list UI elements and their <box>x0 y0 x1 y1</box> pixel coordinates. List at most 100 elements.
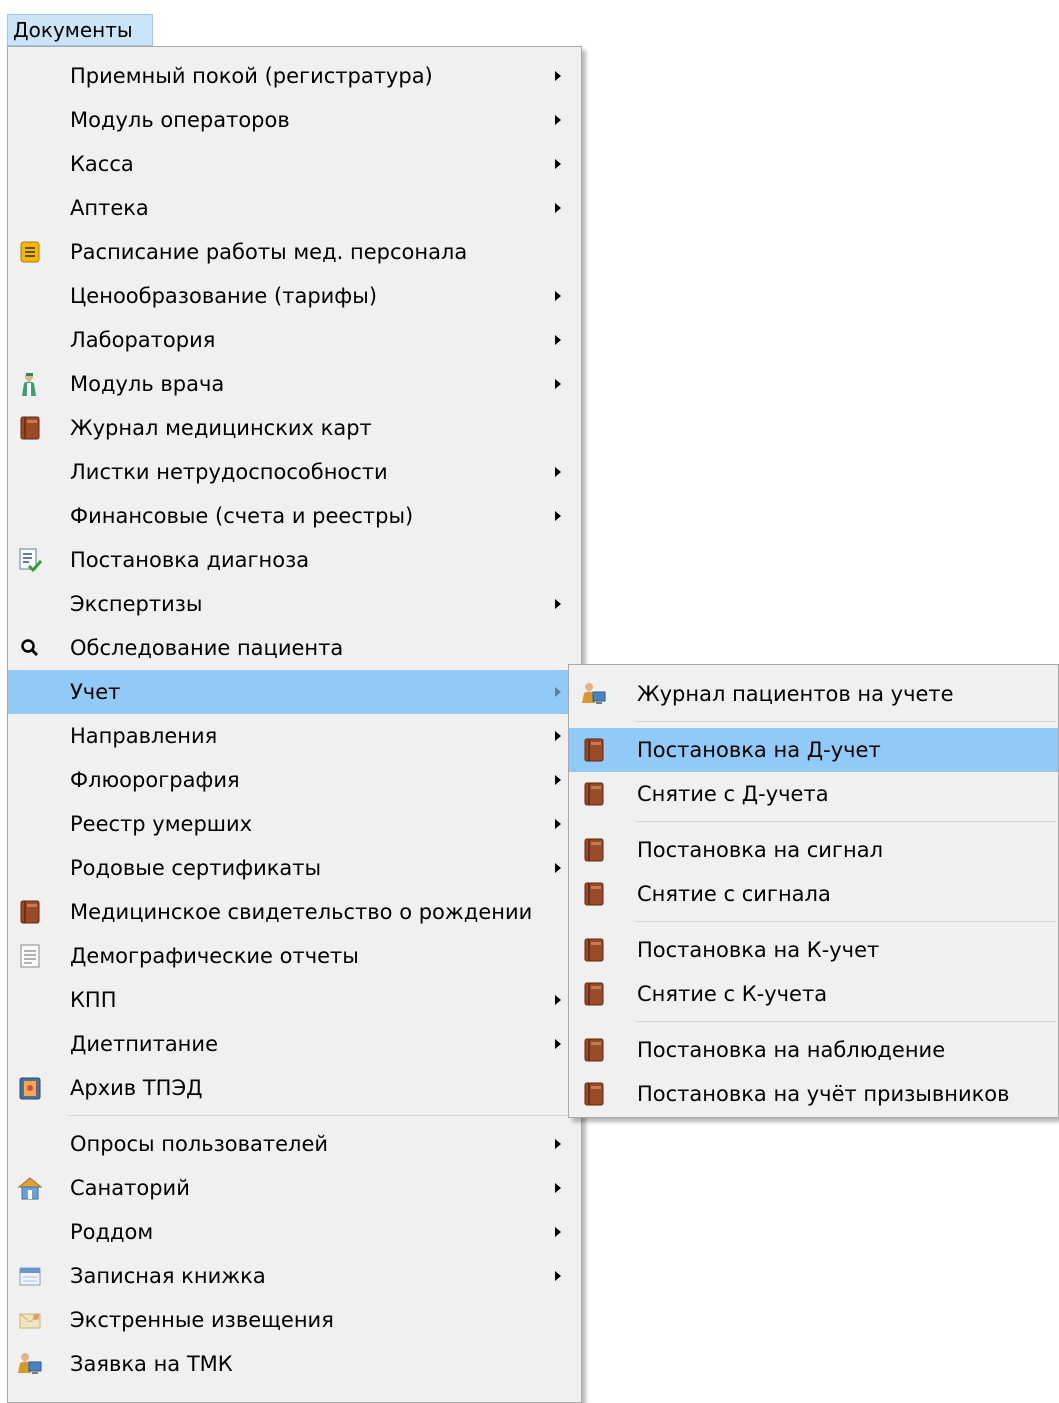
menu-item-label: Заявка на ТМК <box>70 1352 233 1376</box>
menu-item[interactable]: Приемный покой (регистратура) <box>8 54 581 98</box>
menu-item-label: Снятие с Д-учета <box>637 782 829 806</box>
menu-item-label: Журнал медицинских карт <box>70 416 372 440</box>
submenu-arrow-icon <box>555 467 561 477</box>
menubar: Документы <box>0 0 1059 46</box>
menu-item[interactable]: Реестр умерших <box>8 802 581 846</box>
menu-item-label: Обследование пациента <box>70 636 344 660</box>
menu-item-label: Направления <box>70 724 218 748</box>
submenu-arrow-icon <box>555 1227 561 1237</box>
menu-item[interactable]: Расписание работы мед. персонала <box>8 230 581 274</box>
menu-item-label: Учет <box>70 680 121 704</box>
menu-separator <box>635 721 1056 722</box>
menu-item-label: Демографические отчеты <box>70 944 359 968</box>
submenu-arrow-icon <box>555 687 561 697</box>
menu-item[interactable]: Модуль врача <box>8 362 581 406</box>
schedule-note-icon <box>17 239 43 265</box>
submenu-arrow-icon <box>555 291 561 301</box>
medical-book-icon <box>17 415 43 441</box>
menu-item[interactable]: Постановка на наблюдение <box>569 1028 1058 1072</box>
menu-item[interactable]: Лаборатория <box>8 318 581 362</box>
doctor-icon <box>17 371 43 397</box>
submenu-arrow-icon <box>555 203 561 213</box>
menu-item[interactable]: Постановка на сигнал <box>569 828 1058 872</box>
menu-item-label: Постановка на сигнал <box>637 838 883 862</box>
menu-item[interactable]: Журнал пациентов на учете <box>569 672 1058 716</box>
documents-menu: Приемный покой (регистратура) Модуль опер… <box>7 46 582 1403</box>
menu-item-label: Флюорография <box>70 768 240 792</box>
menu-item-label: Приемный покой (регистратура) <box>70 64 433 88</box>
menu-item-label: Родовые сертификаты <box>70 856 322 880</box>
menu-item-label: Санаторий <box>70 1176 190 1200</box>
menu-item[interactable]: Листки нетрудоспособности <box>8 450 581 494</box>
medical-book-icon <box>581 1037 607 1063</box>
menu-item-label: Медицинское свидетельство о рождении <box>70 900 533 924</box>
menu-item[interactable]: Финансовые (счета и реестры) <box>8 494 581 538</box>
menubar-item-documents[interactable]: Документы <box>7 14 153 46</box>
menu-item[interactable]: Диетпитание <box>8 1022 581 1066</box>
medical-book-icon <box>581 937 607 963</box>
menu-item-label: Постановка диагноза <box>70 548 310 572</box>
menu-item[interactable]: Роддом <box>8 1210 581 1254</box>
submenu-arrow-icon <box>555 819 561 829</box>
menu-item[interactable]: Опросы пользователей <box>8 1122 581 1166</box>
menu-item[interactable]: Аптека <box>8 186 581 230</box>
menu-item[interactable]: Снятие с Д-учета <box>569 772 1058 816</box>
menu-item[interactable]: Постановка диагноза <box>8 538 581 582</box>
medical-book-icon <box>581 981 607 1007</box>
menu-item[interactable]: Постановка на К-учет <box>569 928 1058 972</box>
submenu-arrow-icon <box>555 1183 561 1193</box>
menu-item-label: Экспертизы <box>70 592 203 616</box>
menu-item-label: Модуль операторов <box>70 108 290 132</box>
menu-item-label: Касса <box>70 152 134 176</box>
medical-book-icon <box>581 1081 607 1107</box>
menu-item-label: Журнал пациентов на учете <box>637 682 954 706</box>
submenu-arrow-icon <box>555 335 561 345</box>
submenu-arrow-icon <box>555 731 561 741</box>
menu-item-label: Ценообразование (тарифы) <box>70 284 378 308</box>
submenu-arrow-icon <box>555 599 561 609</box>
medical-book-icon <box>581 881 607 907</box>
menu-item-label: Роддом <box>70 1220 154 1244</box>
submenu-arrow-icon <box>555 159 561 169</box>
menu-item-label: Записная книжка <box>70 1264 266 1288</box>
submenu-arrow-icon <box>555 1039 561 1049</box>
menu-item[interactable]: Медицинское свидетельство о рождении <box>8 890 581 934</box>
menu-item-label: КПП <box>70 988 117 1012</box>
menu-item[interactable]: Постановка на Д-учет <box>569 728 1058 772</box>
menu-item[interactable]: Ценообразование (тарифы) <box>8 274 581 318</box>
user-computer-icon <box>17 1351 43 1377</box>
uchet-submenu: Журнал пациентов на учете Постановка на Д… <box>568 664 1059 1118</box>
submenu-arrow-icon <box>555 863 561 873</box>
archive-icon <box>17 1075 43 1101</box>
menu-item-label: Архив ТПЭД <box>70 1076 203 1100</box>
menu-item[interactable]: Снятие с сигнала <box>569 872 1058 916</box>
menu-item[interactable]: Экспертизы <box>8 582 581 626</box>
menu-item-label: Финансовые (счета и реестры) <box>70 504 414 528</box>
menu-item[interactable]: Заявка на ТМК <box>8 1342 581 1386</box>
submenu-arrow-icon <box>555 379 561 389</box>
user-computer-icon <box>581 681 607 707</box>
menu-item[interactable]: Записная книжка <box>8 1254 581 1298</box>
menu-item-label: Постановка на Д-учет <box>637 738 881 762</box>
menu-item[interactable]: Обследование пациента <box>8 626 581 670</box>
menu-item[interactable]: Флюорография <box>8 758 581 802</box>
menu-item[interactable]: Модуль операторов <box>8 98 581 142</box>
menu-item[interactable]: Демографические отчеты <box>8 934 581 978</box>
menu-item[interactable]: КПП <box>8 978 581 1022</box>
menu-item[interactable]: Учет <box>8 670 581 714</box>
menu-item-label: Аптека <box>70 196 149 220</box>
medical-book-icon <box>17 899 43 925</box>
menu-item[interactable]: Экстренные извещения <box>8 1298 581 1342</box>
menu-separator <box>635 821 1056 822</box>
menu-item[interactable]: Направления <box>8 714 581 758</box>
menu-item[interactable]: Снятие с К-учета <box>569 972 1058 1016</box>
menu-separator <box>635 921 1056 922</box>
menu-item[interactable]: Постановка на учёт призывников <box>569 1072 1058 1116</box>
menu-item[interactable]: Архив ТПЭД <box>8 1066 581 1110</box>
submenu-arrow-icon <box>555 71 561 81</box>
menu-item[interactable]: Санаторий <box>8 1166 581 1210</box>
menu-item[interactable]: Журнал медицинских карт <box>8 406 581 450</box>
menu-item[interactable]: Родовые сертификаты <box>8 846 581 890</box>
menu-item-label: Модуль врача <box>70 372 225 396</box>
menu-item[interactable]: Касса <box>8 142 581 186</box>
